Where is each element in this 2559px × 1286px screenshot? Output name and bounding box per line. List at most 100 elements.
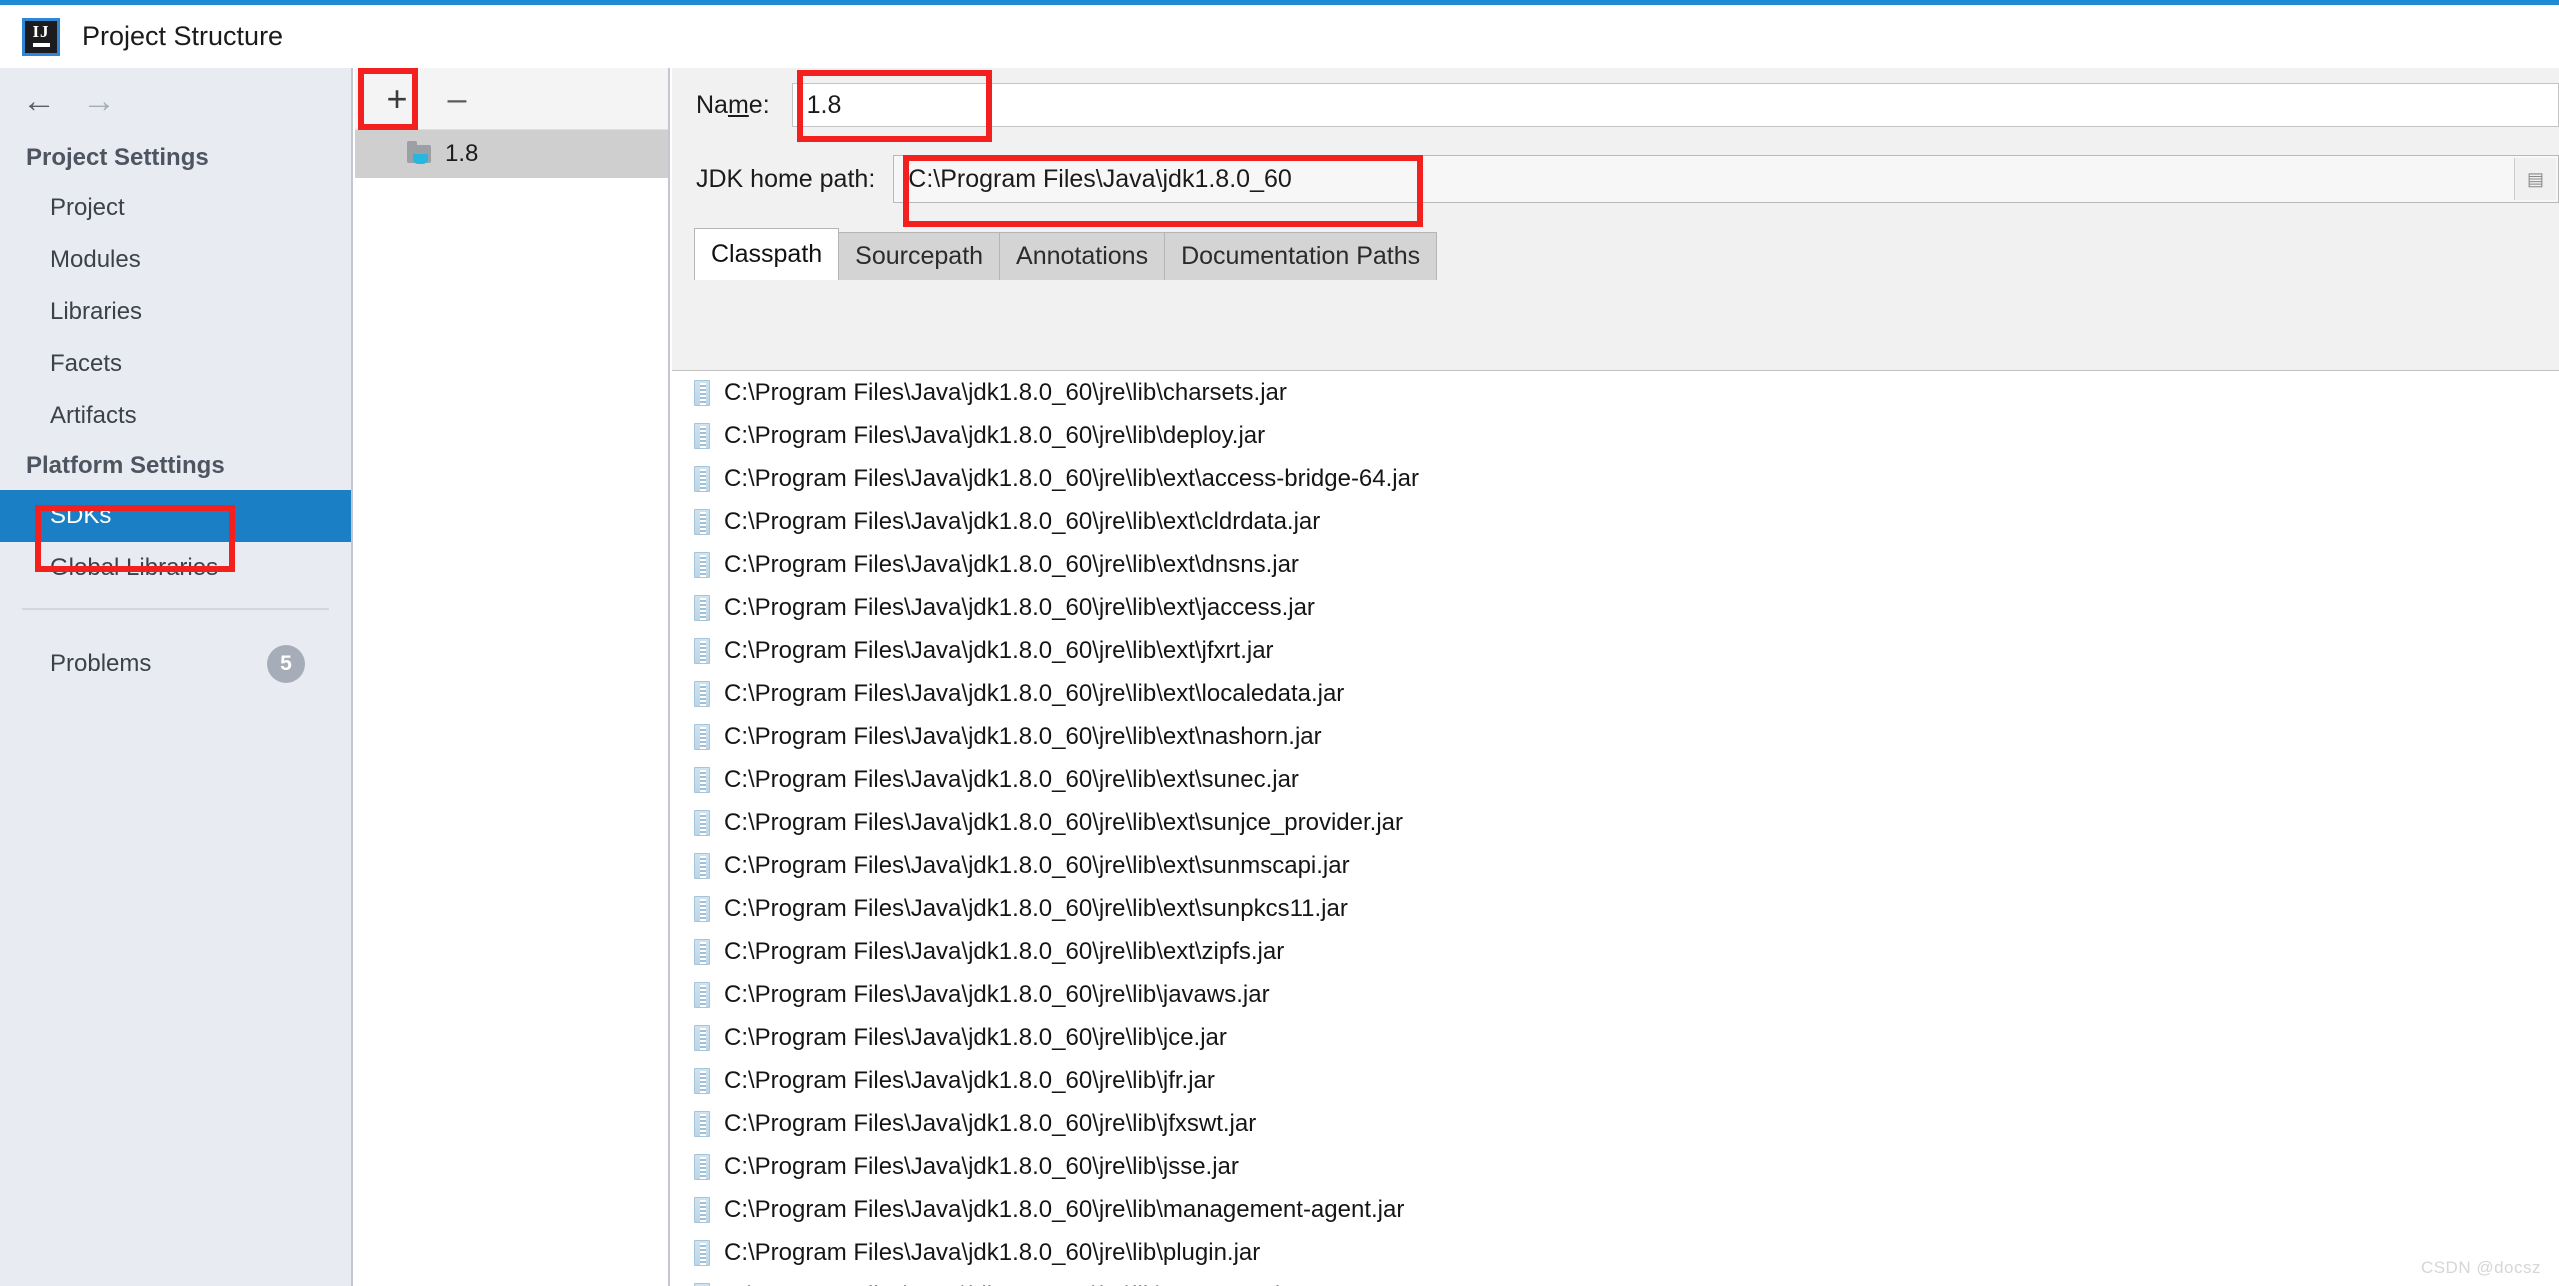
classpath-entry-path: C:\Program Files\Java\jdk1.8.0_60\jre\li… <box>724 1195 1405 1223</box>
sdk-tree: 1.8 <box>355 130 668 178</box>
sidebar-item-artifacts[interactable]: Artifacts <box>0 390 351 442</box>
window-title: Project Structure <box>82 21 284 51</box>
classpath-entry-path: C:\Program Files\Java\jdk1.8.0_60\jre\li… <box>724 464 1419 492</box>
classpath-row[interactable]: C:\Program Files\Java\jdk1.8.0_60\jre\li… <box>672 973 2559 1016</box>
classpath-entry-path: C:\Program Files\Java\jdk1.8.0_60\jre\li… <box>724 980 1270 1008</box>
group-heading-platform-settings: Platform Settings <box>26 452 225 479</box>
classpath-row[interactable]: C:\Program Files\Java\jdk1.8.0_60\jre\li… <box>672 586 2559 629</box>
tab-annotations[interactable]: Annotations <box>999 232 1166 280</box>
browse-folder-icon[interactable]: ▤ <box>2514 158 2556 200</box>
sidebar-item-facets[interactable]: Facets <box>0 338 351 390</box>
sdk-tree-item-1-8[interactable]: 1.8 <box>355 130 668 178</box>
classpath-entry-path: C:\Program Files\Java\jdk1.8.0_60\jre\li… <box>724 550 1299 578</box>
classpath-row[interactable]: C:\Program Files\Java\jdk1.8.0_60\jre\li… <box>672 758 2559 801</box>
sidebar-item-sdks[interactable]: SDKs <box>0 490 351 542</box>
intellij-idea-icon: IJ <box>22 17 60 56</box>
jdk-home-path-value: C:\Program Files\Java\jdk1.8.0_60 <box>908 164 1292 193</box>
tab-documentation-paths[interactable]: Documentation Paths <box>1164 232 1438 280</box>
nav-history-controls: ← → <box>0 68 351 134</box>
classpath-row[interactable]: C:\Program Files\Java\jdk1.8.0_60\jre\li… <box>672 1102 2559 1145</box>
classpath-row[interactable]: C:\Program Files\Java\jdk1.8.0_60\jre\li… <box>672 1274 2559 1286</box>
jar-file-icon <box>694 1239 710 1266</box>
sdk-detail-tabs: Classpath Sourcepath Annotations Documen… <box>694 228 2559 280</box>
problems-label: Problems <box>50 650 152 677</box>
classpath-entry-path: C:\Program Files\Java\jdk1.8.0_60\jre\li… <box>724 1066 1215 1094</box>
classpath-row[interactable]: C:\Program Files\Java\jdk1.8.0_60\jre\li… <box>672 500 2559 543</box>
jar-file-icon <box>694 938 710 965</box>
remove-sdk-button[interactable]: – <box>431 73 483 125</box>
jdk-folder-icon <box>407 141 433 165</box>
classpath-row[interactable]: C:\Program Files\Java\jdk1.8.0_60\jre\li… <box>672 672 2559 715</box>
jar-file-icon <box>694 809 710 836</box>
tab-classpath[interactable]: Classpath <box>694 228 840 280</box>
classpath-row[interactable]: C:\Program Files\Java\jdk1.8.0_60\jre\li… <box>672 1231 2559 1274</box>
classpath-entry-path: C:\Program Files\Java\jdk1.8.0_60\jre\li… <box>724 1238 1261 1266</box>
sdk-list-panel: + – 1.8 <box>355 68 670 1286</box>
classpath-row[interactable]: C:\Program Files\Java\jdk1.8.0_60\jre\li… <box>672 715 2559 758</box>
classpath-row[interactable]: C:\Program Files\Java\jdk1.8.0_60\jre\li… <box>672 1145 2559 1188</box>
add-sdk-button[interactable]: + <box>371 73 423 125</box>
classpath-entry-path: C:\Program Files\Java\jdk1.8.0_60\jre\li… <box>724 1282 1302 1286</box>
sidebar-item-problems[interactable]: Problems 5 <box>0 638 351 690</box>
classpath-entry-path: C:\Program Files\Java\jdk1.8.0_60\jre\li… <box>724 1109 1257 1137</box>
forward-arrow-icon[interactable]: → <box>82 84 116 118</box>
classpath-entry-path: C:\Program Files\Java\jdk1.8.0_60\jre\li… <box>724 851 1350 879</box>
sdk-detail-panel: Name: 1.8 JDK home path: C:\Program File… <box>672 68 2559 1286</box>
jar-file-icon <box>694 551 710 578</box>
classpath-entry-path: C:\Program Files\Java\jdk1.8.0_60\jre\li… <box>724 894 1348 922</box>
classpath-entry-path: C:\Program Files\Java\jdk1.8.0_60\jre\li… <box>724 1023 1227 1051</box>
classpath-entry-path: C:\Program Files\Java\jdk1.8.0_60\jre\li… <box>724 593 1315 621</box>
jar-file-icon <box>694 723 710 750</box>
back-arrow-icon[interactable]: ← <box>22 84 56 118</box>
jar-file-icon <box>694 1196 710 1223</box>
classpath-row[interactable]: C:\Program Files\Java\jdk1.8.0_60\jre\li… <box>672 543 2559 586</box>
jar-file-icon <box>694 508 710 535</box>
group-heading-project-settings: Project Settings <box>26 144 209 171</box>
classpath-entry-path: C:\Program Files\Java\jdk1.8.0_60\jre\li… <box>724 1152 1239 1180</box>
jdk-home-path-row: JDK home path: C:\Program Files\Java\jdk… <box>672 142 2559 216</box>
jar-file-icon <box>694 1282 710 1286</box>
jar-file-icon <box>694 1110 710 1137</box>
jar-file-icon <box>694 1024 710 1051</box>
classpath-entry-path: C:\Program Files\Java\jdk1.8.0_60\jre\li… <box>724 636 1274 664</box>
jar-file-icon <box>694 422 710 449</box>
jar-file-icon <box>694 680 710 707</box>
classpath-entry-path: C:\Program Files\Java\jdk1.8.0_60\jre\li… <box>724 765 1299 793</box>
classpath-entry-path: C:\Program Files\Java\jdk1.8.0_60\jre\li… <box>724 937 1285 965</box>
name-field-row: Name: 1.8 <box>672 68 2559 142</box>
classpath-row[interactable]: C:\Program Files\Java\jdk1.8.0_60\jre\li… <box>672 930 2559 973</box>
sidebar-divider <box>22 608 329 610</box>
project-structure-dialog: IJ Project Structure ← → Project Setting… <box>0 0 2559 1286</box>
jar-file-icon <box>694 1153 710 1180</box>
classpath-row[interactable]: C:\Program Files\Java\jdk1.8.0_60\jre\li… <box>672 1188 2559 1231</box>
sdk-tree-item-label: 1.8 <box>445 140 479 167</box>
sdk-toolbar: + – <box>355 68 668 130</box>
name-label: Name: <box>696 90 770 119</box>
classpath-entry-path: C:\Program Files\Java\jdk1.8.0_60\jre\li… <box>724 421 1266 449</box>
classpath-row[interactable]: C:\Program Files\Java\jdk1.8.0_60\jre\li… <box>672 414 2559 457</box>
classpath-row[interactable]: C:\Program Files\Java\jdk1.8.0_60\jre\li… <box>672 371 2559 414</box>
classpath-row[interactable]: C:\Program Files\Java\jdk1.8.0_60\jre\li… <box>672 844 2559 887</box>
classpath-row[interactable]: C:\Program Files\Java\jdk1.8.0_60\jre\li… <box>672 801 2559 844</box>
dialog-body: ← → Project Settings Project Modules Lib… <box>0 68 2559 1286</box>
sidebar-item-project[interactable]: Project <box>0 182 351 234</box>
tab-sourcepath[interactable]: Sourcepath <box>838 232 1001 280</box>
classpath-row[interactable]: C:\Program Files\Java\jdk1.8.0_60\jre\li… <box>672 887 2559 930</box>
classpath-row[interactable]: C:\Program Files\Java\jdk1.8.0_60\jre\li… <box>672 1016 2559 1059</box>
classpath-list[interactable]: C:\Program Files\Java\jdk1.8.0_60\jre\li… <box>672 370 2559 1286</box>
jar-file-icon <box>694 637 710 664</box>
classpath-entry-path: C:\Program Files\Java\jdk1.8.0_60\jre\li… <box>724 378 1287 406</box>
jar-file-icon <box>694 852 710 879</box>
classpath-row[interactable]: C:\Program Files\Java\jdk1.8.0_60\jre\li… <box>672 629 2559 672</box>
sidebar-item-modules[interactable]: Modules <box>0 234 351 286</box>
settings-sidebar: ← → Project Settings Project Modules Lib… <box>0 68 353 1286</box>
classpath-row[interactable]: C:\Program Files\Java\jdk1.8.0_60\jre\li… <box>672 457 2559 500</box>
classpath-row[interactable]: C:\Program Files\Java\jdk1.8.0_60\jre\li… <box>672 1059 2559 1102</box>
jar-file-icon <box>694 465 710 492</box>
jar-file-icon <box>694 981 710 1008</box>
sidebar-item-global-libraries[interactable]: Global Libraries <box>0 542 351 594</box>
sdk-name-input[interactable]: 1.8 <box>791 83 2559 127</box>
sidebar-item-libraries[interactable]: Libraries <box>0 286 351 338</box>
jdk-home-path-input[interactable]: C:\Program Files\Java\jdk1.8.0_60 ▤ <box>893 155 2559 203</box>
jar-file-icon <box>694 1067 710 1094</box>
